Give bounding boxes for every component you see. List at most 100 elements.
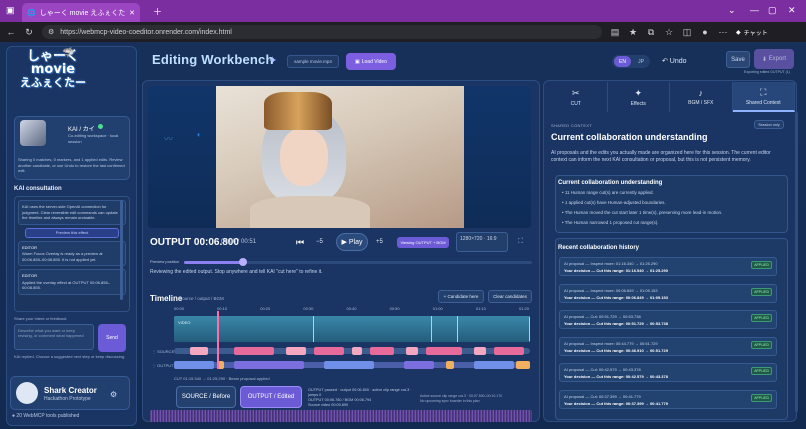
- skip-to-start-icon[interactable]: ⏮: [296, 237, 304, 248]
- tab-effects[interactable]: ✦ Effects: [608, 82, 670, 112]
- video-clip-segment[interactable]: [314, 316, 432, 342]
- video-clip-segment[interactable]: [458, 316, 530, 342]
- source-cut-marker[interactable]: [286, 347, 306, 355]
- preview-effect-button[interactable]: Preview this effect: [25, 227, 119, 238]
- user-avatar[interactable]: [16, 382, 38, 404]
- close-window-icon[interactable]: ✕: [788, 5, 796, 16]
- source-label-text: SOURCE: [157, 349, 175, 354]
- timeline-tick: 01:10: [475, 306, 486, 311]
- timeline-tick: 00:30: [303, 306, 314, 311]
- history-your-decision: Your decision — Cut this range: 00:51.72…: [564, 321, 668, 326]
- applied-badge: APPLIED: [751, 261, 772, 269]
- output-clip-marker[interactable]: [446, 361, 454, 369]
- time-total: 00:06 / 00:51: [221, 239, 257, 245]
- output-clip-marker[interactable]: [404, 361, 434, 369]
- send-button[interactable]: Send: [98, 324, 126, 352]
- collections-icon[interactable]: ◫: [682, 27, 692, 38]
- copilot-button[interactable]: ◆ チャット: [736, 28, 768, 37]
- output-label-text: OUTPUT: [157, 363, 174, 368]
- history-item[interactable]: AI proposal — Cut: 00:51.729 → 00:53.738…: [559, 310, 777, 329]
- menu-icon[interactable]: ⋯: [718, 27, 728, 38]
- url-field[interactable]: ⚙ https://webmcp-video-coeditor.onrender…: [42, 25, 602, 39]
- tab-search-icon[interactable]: ⌄: [728, 5, 736, 16]
- back-5-button[interactable]: −5: [316, 239, 323, 245]
- consultation-scrollbar[interactable]: [120, 200, 123, 300]
- output-clip-marker[interactable]: [234, 361, 304, 369]
- source-cut-marker[interactable]: [370, 347, 394, 355]
- source-before-button[interactable]: SOURCE / Before: [176, 386, 236, 408]
- load-video-button[interactable]: ▣ Load Video: [346, 53, 396, 70]
- history-item[interactable]: AI proposal — Cut: 00:37.399 → 00:41.779…: [559, 389, 777, 409]
- source-track[interactable]: [174, 347, 530, 355]
- clear-candidates-button[interactable]: Clear candidates: [488, 290, 532, 303]
- history-item[interactable]: AI proposal — Cut: 00:42.579 → 00:43.378…: [559, 363, 777, 382]
- app-logo[interactable]: しゃーく movie えふぇくたー: [18, 50, 88, 106]
- close-tab-icon[interactable]: ✕: [129, 9, 135, 17]
- playhead[interactable]: [217, 311, 219, 369]
- history-item[interactable]: AI proposal — Inspect more: 00:44.779 → …: [559, 336, 777, 356]
- add-candidate-button[interactable]: + Candidate here: [438, 290, 484, 303]
- history-item[interactable]: AI proposal — Inspect more: 00:06.849 → …: [559, 283, 777, 303]
- browser-tab[interactable]: 🌐 しゃーく movie えふぇくたー — Editing ✕: [22, 3, 140, 22]
- music-note-icon: ♪: [698, 88, 704, 98]
- undo-button[interactable]: ↶ Undo: [662, 57, 687, 65]
- output-clip-marker[interactable]: [474, 361, 514, 369]
- source-cut-marker[interactable]: [494, 347, 524, 355]
- save-button[interactable]: Save: [726, 51, 750, 68]
- maximize-icon[interactable]: ▢: [768, 5, 777, 16]
- history-item[interactable]: AI proposal — Inspect more: 01:16.340 → …: [559, 257, 777, 276]
- right-panel-scrollbar[interactable]: [795, 112, 798, 412]
- back-icon[interactable]: ←: [6, 27, 16, 37]
- source-cut-marker[interactable]: [190, 347, 208, 355]
- output-clip-marker[interactable]: [174, 361, 214, 369]
- source-cut-marker[interactable]: [314, 347, 344, 355]
- refresh-icon[interactable]: ↻: [24, 27, 34, 38]
- history-ai-proposal: AI proposal — Inspect more: 00:44.779 → …: [564, 340, 658, 346]
- bgm-waveform[interactable]: [150, 410, 532, 422]
- play-button[interactable]: ▶ Play: [336, 233, 368, 251]
- lang-en-option[interactable]: EN: [614, 56, 631, 67]
- export-button[interactable]: ⬇ Export: [754, 49, 794, 69]
- source-cut-marker[interactable]: [406, 347, 418, 355]
- profile-icon[interactable]: ●: [700, 27, 710, 37]
- history-ai-proposal: AI proposal — Cut: 00:51.729 → 00:53.738: [564, 314, 641, 319]
- history-ai-proposal: AI proposal — Inspect more: 01:16.340 → …: [564, 261, 658, 266]
- history-your-decision: Your decision — Cut this range: 00:46.91…: [564, 347, 668, 353]
- understanding-bullet: • The Human narrowed 1 proposed cut rang…: [562, 220, 659, 225]
- tab-cut[interactable]: ✂ CUT: [545, 82, 608, 112]
- viewing-output-chip[interactable]: Viewing OUTPUT + BGM: [397, 237, 449, 248]
- timeline-title: Timeline: [150, 294, 183, 303]
- video-clip-segment[interactable]: [218, 316, 314, 342]
- fullscreen-icon[interactable]: ⛶: [518, 238, 523, 246]
- reader-icon[interactable]: ▤: [610, 27, 620, 38]
- feedback-input[interactable]: Describe what you want or keep revising,…: [14, 324, 94, 350]
- export-label: Export: [768, 56, 787, 62]
- favorite-star-icon[interactable]: ★: [628, 27, 638, 38]
- tab-shared-context[interactable]: ⛶ Shared Context: [732, 82, 795, 112]
- output-clip-marker[interactable]: [516, 361, 530, 369]
- tab-bgm-sfx[interactable]: ♪ BGM / SFX: [670, 82, 733, 112]
- source-cut-marker[interactable]: [352, 347, 362, 355]
- video-clip-segment[interactable]: [432, 316, 458, 342]
- settings-gear-icon[interactable]: ⚙: [110, 390, 117, 399]
- copilot-icon: ◆: [736, 29, 741, 36]
- applied-badge: APPLIED: [751, 287, 772, 296]
- minimize-icon[interactable]: —: [750, 5, 759, 15]
- extensions-icon[interactable]: ⧉: [646, 27, 656, 38]
- tab-actions-icon[interactable]: ▣: [6, 5, 15, 16]
- source-cut-marker[interactable]: [426, 347, 462, 355]
- video-track[interactable]: [174, 316, 530, 342]
- output-clip-marker[interactable]: [324, 361, 374, 369]
- output-edited-button[interactable]: OUTPUT / Edited: [240, 386, 302, 408]
- source-cut-marker[interactable]: [474, 347, 486, 355]
- site-info-icon[interactable]: ⚙: [48, 28, 54, 36]
- consultation-log[interactable]: KAI uses the server-side OpenAI connecti…: [14, 196, 130, 312]
- output-track[interactable]: [174, 361, 530, 369]
- lang-jp-option[interactable]: JP: [633, 56, 649, 67]
- source-cut-marker[interactable]: [234, 347, 274, 355]
- new-tab-icon[interactable]: ＋: [153, 5, 162, 18]
- forward-5-button[interactable]: +5: [376, 239, 383, 245]
- timeline-ruler[interactable]: 00:00 00:10 00:20 00:30 00:40 00:50 01:00 01:10…: [174, 306, 532, 314]
- video-subject-shirt: [250, 196, 370, 228]
- favorites-icon[interactable]: ☆: [664, 27, 674, 38]
